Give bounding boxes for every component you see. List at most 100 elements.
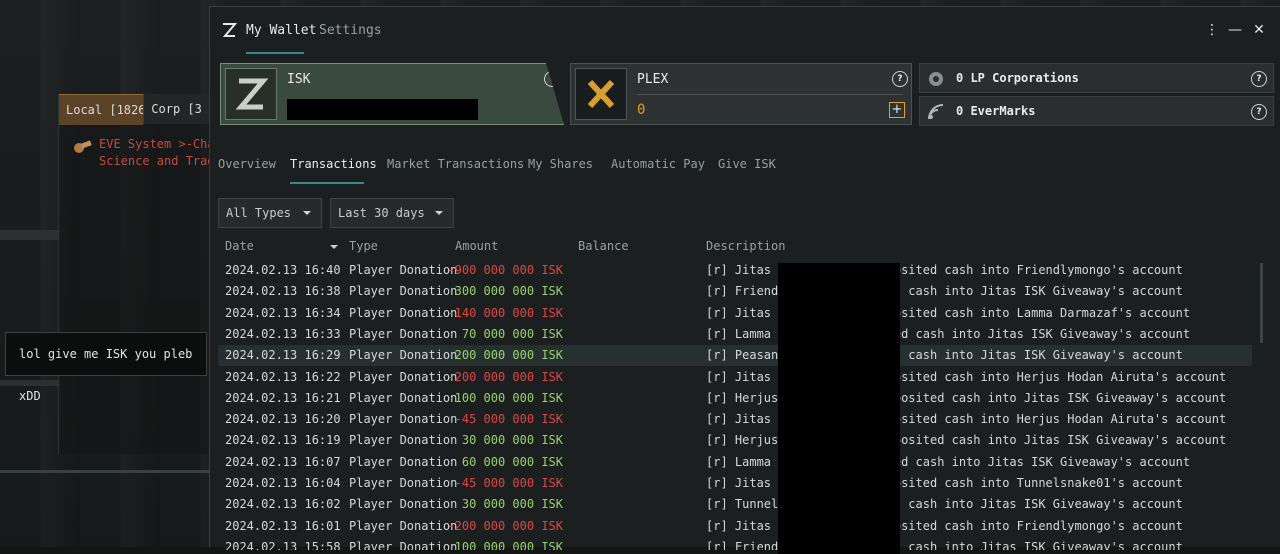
isk-icon-box — [225, 68, 277, 120]
isk-balance-redacted — [287, 99, 478, 120]
isk-help-icon[interactable]: ? — [544, 71, 560, 87]
transaction-amount: -140 000 000 ISK — [447, 306, 563, 320]
more-options-icon[interactable]: ⋮ — [1203, 20, 1221, 40]
table-row[interactable]: 2024.02.13 16:21 Player Donation 100 000 0… — [218, 388, 1252, 409]
transaction-date: 2024.02.13 16:01 — [225, 519, 341, 533]
lp-corporations-row[interactable]: 0 LP Corporations ? — [919, 63, 1274, 93]
column-balance[interactable]: Balance — [578, 239, 629, 253]
transaction-date: 2024.02.13 16:02 — [225, 497, 341, 511]
transaction-amount: 200 000 000 ISK — [454, 348, 563, 362]
chat-message-line: Science and Trade — [99, 154, 211, 168]
transaction-amount: 100 000 000 ISK — [454, 540, 563, 550]
transaction-amount: -200 000 000 ISK — [447, 519, 563, 533]
transaction-date: 2024.02.13 16:34 — [225, 306, 341, 320]
close-icon[interactable]: ✕ — [1250, 20, 1268, 40]
subtab-my-shares[interactable]: My Shares — [528, 157, 593, 171]
plex-help-icon[interactable]: ? — [892, 71, 908, 87]
chat-tab-local[interactable]: Local [1826] — [59, 94, 144, 125]
evermarks-help-icon[interactable]: ? — [1251, 104, 1267, 120]
lp-icon — [929, 72, 943, 86]
transaction-date: 2024.02.13 16:38 — [225, 284, 341, 298]
eve-z-icon — [222, 23, 238, 37]
table-row[interactable]: 2024.02.13 16:01 Player Donation -200 000 … — [218, 516, 1252, 537]
transaction-date: 2024.02.13 16:19 — [225, 433, 341, 447]
table-row[interactable]: 2024.02.13 16:38 Player Donation 300 000 0… — [218, 281, 1252, 302]
transaction-amount: -45 000 000 ISK — [454, 412, 563, 426]
buy-plex-button[interactable]: + — [889, 102, 905, 118]
table-row[interactable]: 2024.02.13 16:34 Player Donation -140 000 … — [218, 303, 1252, 324]
transaction-date: 2024.02.13 16:22 — [225, 370, 341, 384]
transaction-amount: -45 000 000 ISK — [454, 476, 563, 490]
transaction-amount: 100 000 000 ISK — [454, 391, 563, 405]
plex-x-icon — [587, 79, 615, 109]
period-filter-select[interactable]: Last 30 days — [330, 198, 454, 228]
chat-window: Local [1826] Corp [3 EVE System >-Cha Sc… — [58, 94, 211, 454]
table-row[interactable]: 2024.02.13 16:20 Player Donation -45 000 0… — [218, 409, 1252, 430]
tab-settings[interactable]: Settings — [319, 21, 382, 41]
transaction-amount: 70 000 000 ISK — [461, 327, 563, 341]
transaction-date: 2024.02.13 16:04 — [225, 476, 341, 490]
table-header: Date Type Amount Balance Description — [210, 239, 1260, 257]
tab-my-wallet[interactable]: My Wallet — [246, 21, 316, 41]
transaction-date: 2024.02.13 16:33 — [225, 327, 341, 341]
table-row[interactable]: 2024.02.13 16:40 Player Donation -900 000 … — [218, 260, 1252, 281]
subtab-give-isk[interactable]: Give ISK — [718, 157, 776, 171]
chat-tabs: Local [1826] Corp [3 — [59, 94, 211, 125]
chat-tab-corp[interactable]: Corp [3 — [143, 94, 211, 124]
chevron-down-icon — [435, 211, 443, 215]
eve-system-icon — [74, 140, 92, 153]
subtab-automatic-pay[interactable]: Automatic Pay — [611, 157, 705, 171]
column-amount[interactable]: Amount — [455, 239, 498, 253]
table-row[interactable]: 2024.02.13 16:02 Player Donation 30 000 00… — [218, 494, 1252, 515]
table-row[interactable]: 2024.02.13 15:58 Player Donation 100 000 0… — [218, 537, 1252, 550]
transaction-amount: -900 000 000 ISK — [447, 263, 563, 277]
transaction-amount: 30 000 000 ISK — [461, 497, 563, 511]
isk-card[interactable]: ISK ? — [220, 63, 564, 125]
title-bar[interactable]: My Wallet Settings ⋮ — ✕ — [210, 7, 1280, 55]
table-row[interactable]: 2024.02.13 16:22 Player Donation -200 000 … — [218, 367, 1252, 388]
transactions-table: 2024.02.13 16:40 Player Donation -900 000 … — [218, 260, 1252, 550]
evermarks-icon — [928, 104, 944, 120]
type-filter-value: All Types — [226, 206, 292, 220]
subtab-market-transactions[interactable]: Market Transactions — [387, 157, 524, 171]
plex-card[interactable]: PLEX ? 0 + — [570, 63, 912, 125]
transaction-date: 2024.02.13 15:58 — [225, 540, 341, 550]
plex-label: PLEX — [637, 72, 669, 87]
transaction-amount: 60 000 000 ISK — [461, 455, 563, 469]
isk-label: ISK — [287, 72, 311, 87]
table-row[interactable]: 2024.02.13 16:07 Player Donation 60 000 00… — [218, 452, 1252, 473]
table-row[interactable]: 2024.02.13 16:33 Player Donation 70 000 00… — [218, 324, 1252, 345]
evermarks-row[interactable]: 0 EverMarks ? — [919, 96, 1274, 126]
column-date[interactable]: Date — [225, 239, 254, 253]
active-tab-indicator — [246, 52, 304, 54]
table-row[interactable]: 2024.02.13 16:29 Player Donation 200 000 0… — [218, 345, 1252, 366]
table-row[interactable]: 2024.02.13 16:04 Player Donation -45 000 0… — [218, 473, 1252, 494]
chevron-down-icon — [303, 211, 311, 215]
wallet-window: My Wallet Settings ⋮ — ✕ ISK ? PLEX ? 0 … — [209, 6, 1280, 554]
subtab-overview[interactable]: Overview — [218, 157, 276, 171]
minimize-icon[interactable]: — — [1226, 20, 1244, 40]
chat-bubble: lol give me ISK you pleb xDD — [5, 332, 207, 403]
column-description[interactable]: Description — [706, 239, 785, 253]
lp-label: 0 LP Corporations — [956, 71, 1079, 85]
transaction-date: 2024.02.13 16:20 — [225, 412, 341, 426]
transaction-date: 2024.02.13 16:07 — [225, 455, 341, 469]
period-filter-value: Last 30 days — [338, 206, 425, 220]
column-type[interactable]: Type — [349, 239, 378, 253]
table-row[interactable]: 2024.02.13 16:19 Player Donation 30 000 00… — [218, 430, 1252, 451]
balance-column-redacted — [778, 263, 900, 554]
plex-divider — [637, 94, 903, 95]
type-filter-select[interactable]: All Types — [218, 198, 322, 228]
sort-descending-icon[interactable] — [330, 245, 338, 249]
plex-value: 0 — [637, 102, 646, 118]
bg-structure — [0, 230, 60, 240]
bg-structure — [0, 470, 210, 473]
lp-help-icon[interactable]: ? — [1251, 71, 1267, 87]
active-subtab-indicator — [290, 182, 364, 184]
table-scrollbar[interactable] — [1260, 263, 1263, 343]
subtab-transactions[interactable]: Transactions — [290, 157, 377, 171]
evermarks-label: 0 EverMarks — [956, 104, 1036, 118]
transaction-date: 2024.02.13 16:21 — [225, 391, 341, 405]
transaction-amount: 300 000 000 ISK — [454, 284, 563, 298]
isk-z-icon — [235, 78, 269, 110]
